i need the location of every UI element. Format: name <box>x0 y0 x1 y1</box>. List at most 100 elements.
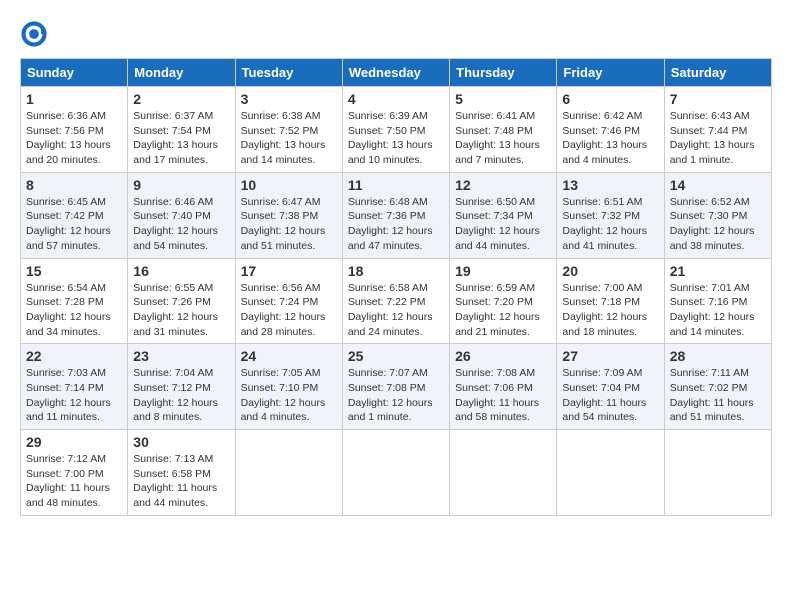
daylight-info: Daylight: 12 hours and 38 minutes. <box>670 225 755 252</box>
day-number: 6 <box>562 91 658 107</box>
day-number: 5 <box>455 91 551 107</box>
daylight-info: Daylight: 12 hours and 34 minutes. <box>26 311 111 338</box>
sunset-info: Sunset: 7:46 PM <box>562 125 640 137</box>
sunset-info: Sunset: 7:18 PM <box>562 296 640 308</box>
calendar-week-2: 8 Sunrise: 6:45 AM Sunset: 7:42 PM Dayli… <box>21 172 772 258</box>
calendar-cell: 6 Sunrise: 6:42 AM Sunset: 7:46 PM Dayli… <box>557 87 664 173</box>
sunset-info: Sunset: 7:14 PM <box>26 382 104 394</box>
sunset-info: Sunset: 7:00 PM <box>26 468 104 480</box>
day-number: 21 <box>670 263 766 279</box>
day-number: 17 <box>241 263 337 279</box>
sunrise-info: Sunrise: 6:45 AM <box>26 196 106 208</box>
sunrise-info: Sunrise: 6:42 AM <box>562 110 642 122</box>
sunset-info: Sunset: 7:28 PM <box>26 296 104 308</box>
sunset-info: Sunset: 7:54 PM <box>133 125 211 137</box>
sunset-info: Sunset: 7:06 PM <box>455 382 533 394</box>
calendar-cell: 22 Sunrise: 7:03 AM Sunset: 7:14 PM Dayl… <box>21 344 128 430</box>
day-number: 23 <box>133 348 229 364</box>
sunrise-info: Sunrise: 6:37 AM <box>133 110 213 122</box>
calendar-cell <box>664 430 771 516</box>
day-number: 7 <box>670 91 766 107</box>
sunrise-info: Sunrise: 7:03 AM <box>26 367 106 379</box>
sunset-info: Sunset: 7:08 PM <box>348 382 426 394</box>
calendar-week-5: 29 Sunrise: 7:12 AM Sunset: 7:00 PM Dayl… <box>21 430 772 516</box>
calendar-cell: 30 Sunrise: 7:13 AM Sunset: 6:58 PM Dayl… <box>128 430 235 516</box>
calendar-cell: 9 Sunrise: 6:46 AM Sunset: 7:40 PM Dayli… <box>128 172 235 258</box>
daylight-info: Daylight: 13 hours and 20 minutes. <box>26 139 111 166</box>
weekday-header-monday: Monday <box>128 59 235 87</box>
calendar-cell <box>235 430 342 516</box>
daylight-info: Daylight: 12 hours and 57 minutes. <box>26 225 111 252</box>
daylight-info: Daylight: 12 hours and 1 minute. <box>348 397 433 424</box>
day-number: 26 <box>455 348 551 364</box>
calendar-cell: 26 Sunrise: 7:08 AM Sunset: 7:06 PM Dayl… <box>450 344 557 430</box>
sunrise-info: Sunrise: 6:58 AM <box>348 282 428 294</box>
sunrise-info: Sunrise: 6:46 AM <box>133 196 213 208</box>
calendar-cell: 3 Sunrise: 6:38 AM Sunset: 7:52 PM Dayli… <box>235 87 342 173</box>
day-number: 27 <box>562 348 658 364</box>
daylight-info: Daylight: 12 hours and 4 minutes. <box>241 397 326 424</box>
sunset-info: Sunset: 7:20 PM <box>455 296 533 308</box>
calendar-cell: 13 Sunrise: 6:51 AM Sunset: 7:32 PM Dayl… <box>557 172 664 258</box>
calendar-cell: 2 Sunrise: 6:37 AM Sunset: 7:54 PM Dayli… <box>128 87 235 173</box>
calendar-cell: 1 Sunrise: 6:36 AM Sunset: 7:56 PM Dayli… <box>21 87 128 173</box>
calendar-cell: 19 Sunrise: 6:59 AM Sunset: 7:20 PM Dayl… <box>450 258 557 344</box>
daylight-info: Daylight: 11 hours and 58 minutes. <box>455 397 539 424</box>
calendar-cell: 7 Sunrise: 6:43 AM Sunset: 7:44 PM Dayli… <box>664 87 771 173</box>
daylight-info: Daylight: 12 hours and 44 minutes. <box>455 225 540 252</box>
daylight-info: Daylight: 12 hours and 8 minutes. <box>133 397 218 424</box>
sunset-info: Sunset: 7:42 PM <box>26 210 104 222</box>
calendar-cell: 18 Sunrise: 6:58 AM Sunset: 7:22 PM Dayl… <box>342 258 449 344</box>
sunrise-info: Sunrise: 7:13 AM <box>133 453 213 465</box>
calendar-cell: 15 Sunrise: 6:54 AM Sunset: 7:28 PM Dayl… <box>21 258 128 344</box>
sunset-info: Sunset: 7:56 PM <box>26 125 104 137</box>
sunset-info: Sunset: 7:02 PM <box>670 382 748 394</box>
calendar-table: SundayMondayTuesdayWednesdayThursdayFrid… <box>20 58 772 516</box>
sunrise-info: Sunrise: 7:07 AM <box>348 367 428 379</box>
sunrise-info: Sunrise: 7:11 AM <box>670 367 749 379</box>
sunset-info: Sunset: 7:04 PM <box>562 382 640 394</box>
daylight-info: Daylight: 13 hours and 4 minutes. <box>562 139 647 166</box>
day-number: 30 <box>133 434 229 450</box>
sunrise-info: Sunrise: 6:59 AM <box>455 282 535 294</box>
daylight-info: Daylight: 12 hours and 47 minutes. <box>348 225 433 252</box>
sunrise-info: Sunrise: 7:04 AM <box>133 367 213 379</box>
sunrise-info: Sunrise: 7:08 AM <box>455 367 535 379</box>
calendar-cell <box>557 430 664 516</box>
sunrise-info: Sunrise: 7:05 AM <box>241 367 321 379</box>
sunrise-info: Sunrise: 6:52 AM <box>670 196 750 208</box>
day-number: 8 <box>26 177 122 193</box>
sunrise-info: Sunrise: 6:39 AM <box>348 110 428 122</box>
day-number: 20 <box>562 263 658 279</box>
day-number: 18 <box>348 263 444 279</box>
calendar-cell: 25 Sunrise: 7:07 AM Sunset: 7:08 PM Dayl… <box>342 344 449 430</box>
calendar-cell: 28 Sunrise: 7:11 AM Sunset: 7:02 PM Dayl… <box>664 344 771 430</box>
sunrise-info: Sunrise: 7:09 AM <box>562 367 642 379</box>
calendar-cell: 12 Sunrise: 6:50 AM Sunset: 7:34 PM Dayl… <box>450 172 557 258</box>
sunrise-info: Sunrise: 7:01 AM <box>670 282 750 294</box>
day-number: 24 <box>241 348 337 364</box>
day-number: 15 <box>26 263 122 279</box>
day-number: 16 <box>133 263 229 279</box>
daylight-info: Daylight: 11 hours and 54 minutes. <box>562 397 646 424</box>
daylight-info: Daylight: 12 hours and 18 minutes. <box>562 311 647 338</box>
daylight-info: Daylight: 13 hours and 14 minutes. <box>241 139 326 166</box>
weekday-header-tuesday: Tuesday <box>235 59 342 87</box>
sunset-info: Sunset: 7:34 PM <box>455 210 533 222</box>
sunrise-info: Sunrise: 6:56 AM <box>241 282 321 294</box>
day-number: 1 <box>26 91 122 107</box>
daylight-info: Daylight: 12 hours and 31 minutes. <box>133 311 218 338</box>
sunrise-info: Sunrise: 7:12 AM <box>26 453 106 465</box>
day-number: 12 <box>455 177 551 193</box>
daylight-info: Daylight: 13 hours and 10 minutes. <box>348 139 433 166</box>
header <box>20 20 772 48</box>
daylight-info: Daylight: 12 hours and 14 minutes. <box>670 311 755 338</box>
day-number: 10 <box>241 177 337 193</box>
day-number: 28 <box>670 348 766 364</box>
calendar-cell: 4 Sunrise: 6:39 AM Sunset: 7:50 PM Dayli… <box>342 87 449 173</box>
sunrise-info: Sunrise: 6:55 AM <box>133 282 213 294</box>
weekday-header-thursday: Thursday <box>450 59 557 87</box>
calendar-cell: 8 Sunrise: 6:45 AM Sunset: 7:42 PM Dayli… <box>21 172 128 258</box>
sunset-info: Sunset: 7:32 PM <box>562 210 640 222</box>
logo <box>20 20 50 48</box>
